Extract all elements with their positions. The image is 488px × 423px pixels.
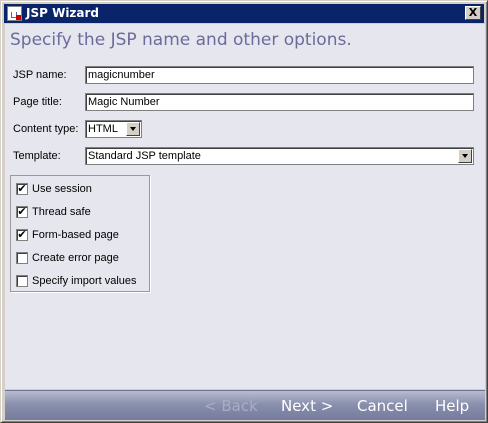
next-button[interactable]: Next >: [281, 397, 333, 415]
page-title-field[interactable]: Magic Number: [85, 93, 474, 111]
form-based-page-checkbox[interactable]: ✔: [16, 229, 28, 241]
use-session-label: Use session: [32, 183, 92, 195]
create-error-page-label: Create error page: [32, 252, 119, 264]
chevron-down-icon[interactable]: [458, 149, 472, 163]
create-error-page-checkbox[interactable]: [16, 252, 28, 264]
page-title-label: Page title:: [13, 96, 62, 108]
close-button[interactable]: X: [465, 6, 481, 20]
page-heading: Specify the JSP name and other options.: [10, 30, 352, 50]
chevron-down-icon[interactable]: [126, 122, 140, 136]
use-session-checkbox[interactable]: ✔: [16, 183, 28, 195]
template-select[interactable]: Standard JSP template: [85, 147, 474, 165]
cancel-button[interactable]: Cancel: [357, 397, 408, 415]
template-label: Template:: [13, 150, 61, 162]
java-app-icon: [7, 6, 22, 21]
thread-safe-checkbox[interactable]: ✔: [16, 206, 28, 218]
title-bar[interactable]: JSP Wizard X: [4, 4, 484, 23]
back-button[interactable]: < Back: [204, 397, 258, 415]
jsp-wizard-window: JSP Wizard X Specify the JSP name and ot…: [0, 0, 488, 423]
specify-import-values-label: Specify import values: [32, 275, 137, 287]
thread-safe-label: Thread safe: [32, 206, 91, 218]
form-based-page-label: Form-based page: [32, 229, 119, 241]
wizard-content: Specify the JSP name and other options. …: [5, 24, 485, 389]
options-group: ✔ Use session ✔ Thread safe ✔ Form-based…: [10, 175, 150, 292]
jsp-name-label: JSP name:: [13, 69, 67, 81]
help-button[interactable]: Help: [435, 397, 469, 415]
jsp-name-field[interactable]: magicnumber: [85, 66, 474, 84]
wizard-button-bar: < Back Next > Cancel Help: [5, 390, 485, 420]
content-type-label: Content type:: [13, 123, 79, 135]
template-value: Standard JSP template: [88, 150, 201, 162]
content-type-value: HTML: [88, 123, 118, 135]
window-title: JSP Wizard: [26, 6, 100, 20]
content-type-select[interactable]: HTML: [85, 120, 142, 138]
specify-import-values-checkbox[interactable]: [16, 275, 28, 287]
